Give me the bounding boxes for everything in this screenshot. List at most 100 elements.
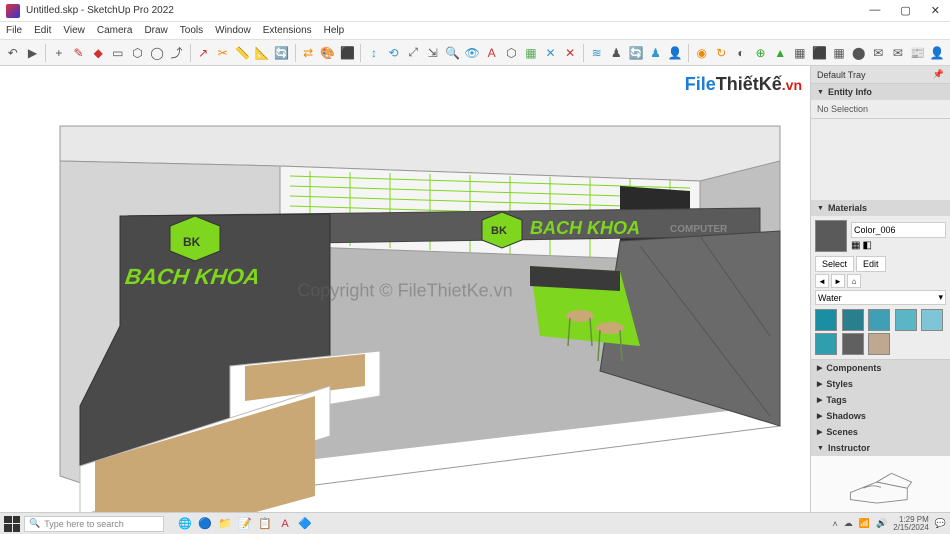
taskbar-app-icon[interactable]: 🌐	[176, 516, 194, 532]
tool-walk-icon[interactable]: 👁	[463, 43, 481, 63]
menu-camera[interactable]: Camera	[97, 25, 133, 36]
tool-paint-icon[interactable]: 🎨	[319, 43, 337, 63]
tool-text-icon[interactable]: ⬛	[339, 43, 357, 63]
taskbar-clock[interactable]: 1:29 PM 2/15/2024	[893, 516, 929, 532]
taskbar-app-icon[interactable]: 📁	[216, 516, 234, 532]
tool-x1-icon[interactable]: ✕	[542, 43, 560, 63]
tool-pan-icon[interactable]: ⟲	[385, 43, 403, 63]
menu-help[interactable]: Help	[324, 25, 345, 36]
material-library-dropdown[interactable]: Water ▾	[815, 290, 946, 305]
tool-label-icon[interactable]: A	[483, 43, 501, 63]
tray-title[interactable]: Default Tray 📌	[811, 66, 950, 84]
tool-look-icon[interactable]: 🔍	[444, 43, 462, 63]
tool-user-icon[interactable]: 👤	[928, 43, 946, 63]
tool-refresh-icon[interactable]: ↻	[713, 43, 731, 63]
tool-news-icon[interactable]: 📰	[909, 43, 927, 63]
close-button[interactable]: ✕	[927, 4, 944, 17]
tool-grid2-icon[interactable]: ▦	[830, 43, 848, 63]
tool-zoomextents-icon[interactable]: ⇲	[424, 43, 442, 63]
taskbar-app-icon[interactable]: 📋	[256, 516, 274, 532]
taskbar-app-icon[interactable]: 🔷	[296, 516, 314, 532]
tray-pin-icon[interactable]: 📌	[933, 69, 944, 80]
tool-x2-icon[interactable]: ✕	[561, 43, 579, 63]
mat-home-icon[interactable]: ⌂	[847, 274, 861, 288]
menu-edit[interactable]: Edit	[34, 25, 51, 36]
tool-solid-icon[interactable]: ⬛	[811, 43, 829, 63]
tray-cloud-icon[interactable]: ☁	[844, 518, 853, 529]
tool-zoom-icon[interactable]: ⤢	[404, 43, 422, 63]
taskbar-search[interactable]: 🔍 Type here to search	[24, 516, 164, 532]
tab-select[interactable]: Select	[815, 256, 854, 272]
entity-info-header[interactable]: ▼ Entity Info	[811, 84, 950, 100]
tool-tree-icon[interactable]: ▲	[771, 43, 789, 63]
taskbar-app-icon[interactable]: A	[276, 516, 294, 532]
tool-undo-icon[interactable]: ↶	[4, 43, 22, 63]
tags-header[interactable]: ▶Tags	[811, 392, 950, 408]
menu-window[interactable]: Window	[215, 25, 251, 36]
tool-poly-icon[interactable]: ⬡	[129, 43, 147, 63]
menu-draw[interactable]: Draw	[144, 25, 167, 36]
maximize-button[interactable]: ▢	[896, 4, 914, 17]
tool-section-icon[interactable]: ⬡	[503, 43, 521, 63]
tool-select-icon[interactable]: ▶	[24, 43, 42, 63]
tool-arc-icon[interactable]: ⤴	[168, 43, 186, 63]
tool-mail2-icon[interactable]: ✉	[889, 43, 907, 63]
materials-header[interactable]: ▼ Materials	[811, 200, 950, 216]
tool-pencil-icon[interactable]: ✎	[70, 43, 88, 63]
material-default-icon[interactable]: ◧	[862, 240, 871, 251]
tray-wifi-icon[interactable]: 📶	[859, 518, 870, 529]
tool-rotate-icon[interactable]: 📐	[253, 43, 271, 63]
tool-circle-icon[interactable]: ◯	[148, 43, 166, 63]
tool-grid1-icon[interactable]: ▦	[791, 43, 809, 63]
tool-geo-icon[interactable]: ◉	[693, 43, 711, 63]
tool-add-icon[interactable]: +	[50, 43, 68, 63]
taskbar-app-icon[interactable]: 🔵	[196, 516, 214, 532]
tray-up-icon[interactable]: ˄	[832, 519, 837, 529]
shadows-header[interactable]: ▶Shadows	[811, 408, 950, 424]
start-button[interactable]	[4, 516, 20, 532]
material-swatch[interactable]	[921, 309, 943, 331]
tool-move-icon[interactable]: 📏	[234, 43, 252, 63]
material-swatch[interactable]	[842, 309, 864, 331]
material-swatch[interactable]	[868, 333, 890, 355]
tool-layers-icon[interactable]: ▦	[522, 43, 540, 63]
menu-extensions[interactable]: Extensions	[263, 25, 312, 36]
tool-tape-icon[interactable]: ⇄	[299, 43, 317, 63]
scenes-header[interactable]: ▶Scenes	[811, 424, 950, 440]
menu-file[interactable]: File	[6, 25, 22, 36]
taskbar-app-icon[interactable]: 📝	[236, 516, 254, 532]
mat-back-icon[interactable]: ◄	[815, 274, 829, 288]
tray-volume-icon[interactable]: 🔊	[876, 518, 887, 529]
3d-viewport[interactable]: FileThiếtKế.vn Copyright © FileThietKe.v…	[0, 66, 810, 516]
tool-sandbox3-icon[interactable]: 🔄	[627, 43, 645, 63]
material-swatch[interactable]	[815, 309, 837, 331]
tool-eraser-icon[interactable]: ◆	[89, 43, 107, 63]
tool-rect-icon[interactable]: ▭	[109, 43, 127, 63]
material-swatch[interactable]	[815, 333, 837, 355]
menu-view[interactable]: View	[63, 25, 85, 36]
material-create-icon[interactable]: ▦	[851, 240, 860, 251]
tool-person-icon[interactable]: 👤	[666, 43, 684, 63]
material-swatch[interactable]	[895, 309, 917, 331]
tool-scale-icon[interactable]: 🔄	[273, 43, 291, 63]
menu-tools[interactable]: Tools	[180, 25, 203, 36]
material-swatch[interactable]	[842, 333, 864, 355]
tool-pushpull-icon[interactable]: ↗	[194, 43, 212, 63]
tool-plus-icon[interactable]: ⊕	[752, 43, 770, 63]
instructor-header[interactable]: ▼Instructor	[811, 440, 950, 456]
tool-offset-icon[interactable]: ✂	[214, 43, 232, 63]
notifications-icon[interactable]: 💬	[935, 518, 946, 529]
tab-edit[interactable]: Edit	[856, 256, 886, 272]
tool-sandbox1-icon[interactable]: ≋	[588, 43, 606, 63]
components-header[interactable]: ▶Components	[811, 360, 950, 376]
minimize-button[interactable]: —	[865, 4, 884, 17]
material-name-field[interactable]: Color_006	[851, 222, 946, 238]
tool-mail1-icon[interactable]: ✉	[870, 43, 888, 63]
material-swatch[interactable]	[868, 309, 890, 331]
tool-contrast-icon[interactable]: ◐	[732, 43, 750, 63]
tool-dot-icon[interactable]: ⬤	[850, 43, 868, 63]
tool-sandbox2-icon[interactable]: ♟	[608, 43, 626, 63]
mat-fwd-icon[interactable]: ►	[831, 274, 845, 288]
tool-sandbox4-icon[interactable]: ♟	[647, 43, 665, 63]
current-material-swatch[interactable]	[815, 220, 847, 252]
